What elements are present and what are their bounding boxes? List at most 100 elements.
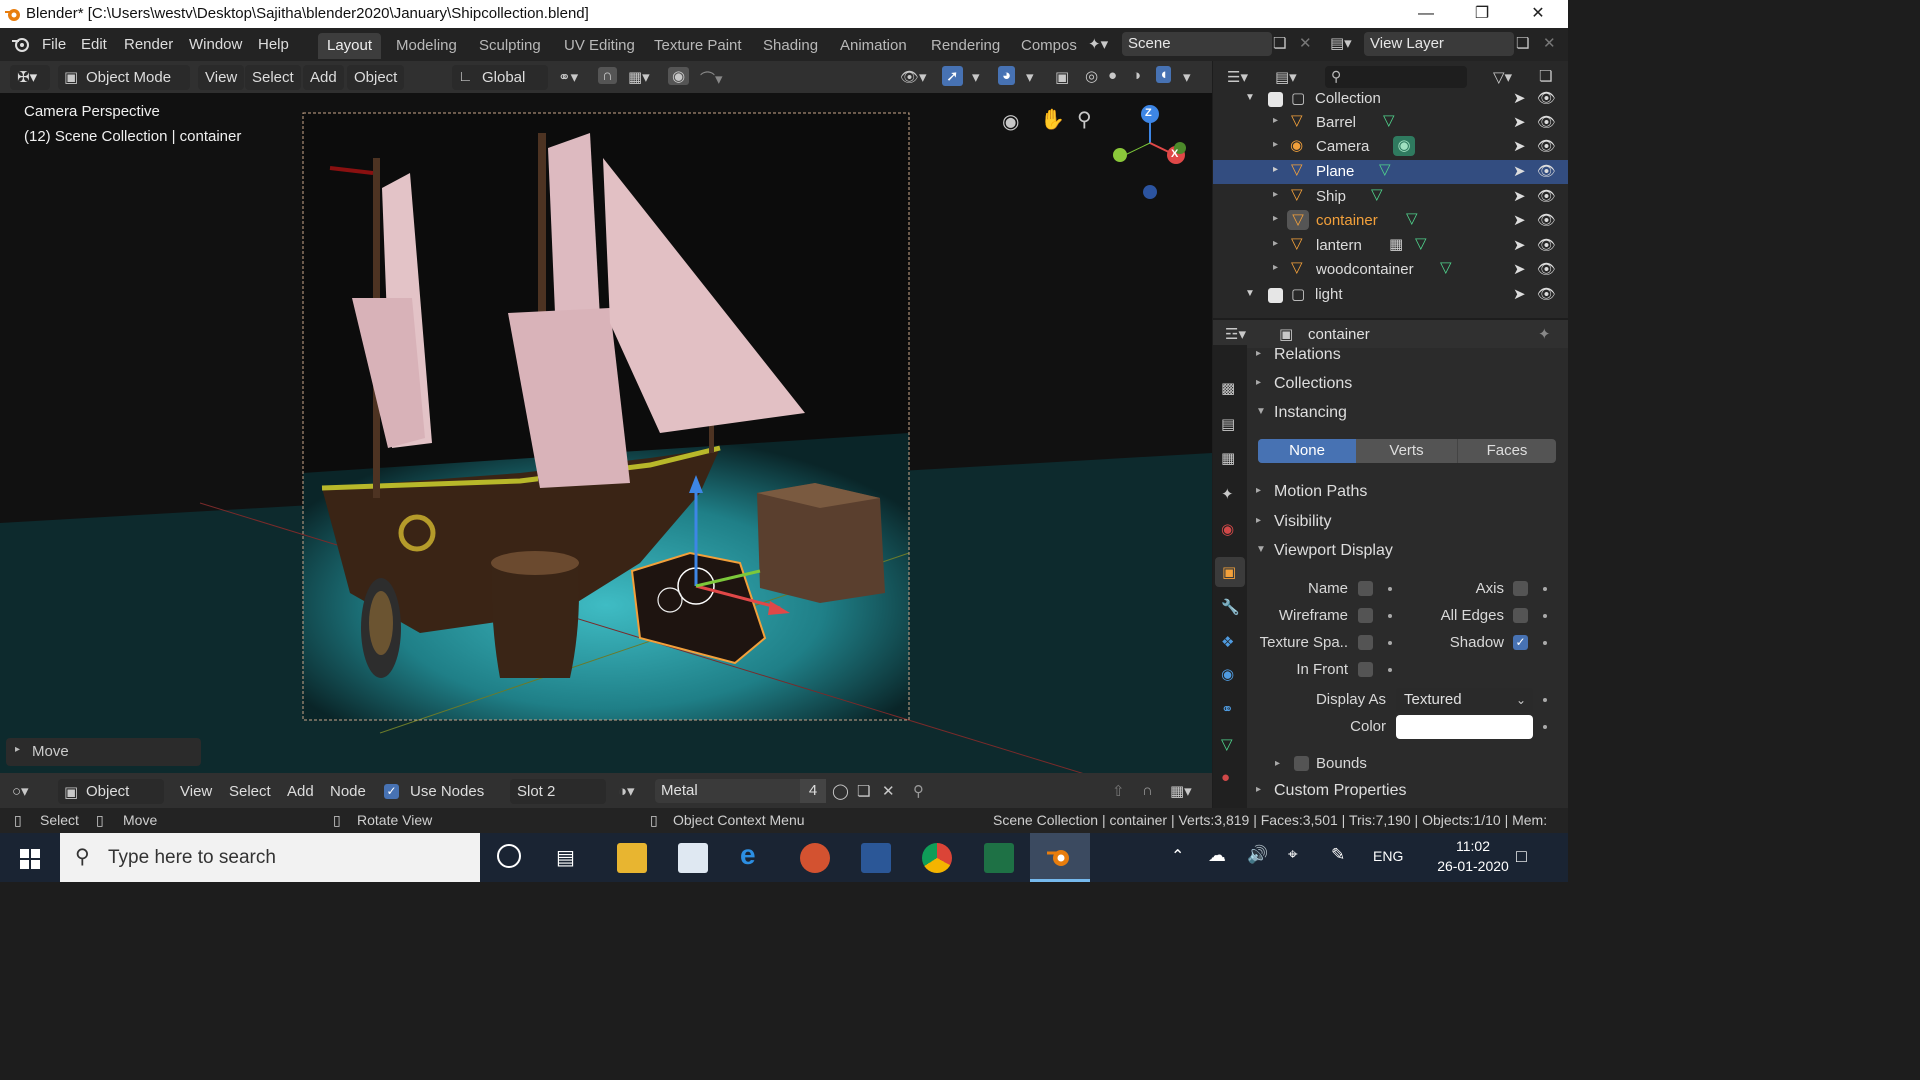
material-browse-icon[interactable]: ◑▾ [618,782,635,800]
wireframe-checkbox[interactable] [1358,608,1373,623]
chevron-up-icon[interactable]: ⌃ [1171,846,1184,866]
word-icon[interactable] [861,843,891,873]
name-checkbox[interactable] [1358,581,1373,596]
instancing-none-button[interactable]: None [1258,439,1356,463]
object-tab-icon[interactable]: ▣ [1222,563,1236,581]
select-toggle-icon[interactable]: ➤ [1513,162,1526,180]
instancing-faces-button[interactable]: Faces [1457,439,1556,463]
outliner-row-plane[interactable]: ▸ ▽ Plane ▽ ➤ 👁 [1213,160,1568,184]
outliner-search-input[interactable]: ⚲ [1325,66,1467,88]
snap-target-icon[interactable]: ▦▾ [628,68,650,86]
onedrive-icon[interactable]: ☁ [1208,845,1226,866]
visibility-icon[interactable]: 👁▾ [900,68,927,86]
select-toggle-icon[interactable]: ➤ [1513,285,1526,303]
expand-arrow-icon[interactable]: ▸ [1273,238,1278,249]
clock-time[interactable]: 11:02 [1438,838,1508,854]
snap-icon[interactable]: ∩ [598,67,617,84]
collection-checkbox[interactable] [1268,92,1283,107]
node-menu[interactable]: Node [330,783,366,800]
keyframe-dot[interactable] [1543,698,1547,702]
editor-type-icon[interactable]: ✠▾ [10,65,50,90]
viewport-scene[interactable] [0,93,1212,773]
outliner-row-container[interactable]: ▸ ▽ container ▽ ➤ 👁 [1213,209,1568,233]
tab-shading[interactable]: Shading [754,33,827,59]
expand-arrow-icon[interactable]: ▸ [1273,189,1278,200]
volume-icon[interactable]: 🔊 [1247,845,1268,865]
language-indicator[interactable]: ENG [1373,848,1403,864]
falloff-icon[interactable]: ⌒▾ [700,68,723,89]
select-toggle-icon[interactable]: ➤ [1513,113,1526,131]
modifier-tab-icon[interactable]: 🔧 [1221,598,1240,616]
minimize-button[interactable]: — [1398,0,1454,28]
slot-selector[interactable]: Slot 2 [510,779,606,804]
pin-icon[interactable]: ✦ [1538,325,1551,343]
view-menu[interactable]: View [198,65,245,90]
filter-icon[interactable]: ▽▾ [1493,68,1512,86]
excel-icon[interactable] [984,843,1014,873]
wireframe-shading-icon[interactable]: ◎ [1085,67,1098,85]
eye-icon[interactable]: 👁 [1537,187,1556,205]
wifi-icon[interactable]: ⌖ [1288,845,1298,865]
pan-hand-icon[interactable]: ✋ [1040,107,1065,132]
expand-arrow-icon[interactable]: ▸ [1275,758,1280,769]
render-tab-icon[interactable]: ▩ [1221,379,1235,397]
outliner-row-lantern[interactable]: ▸ ▽ lantern ▦ ▽ ➤ 👁 [1213,234,1568,258]
photos-icon[interactable] [678,843,708,873]
select-toggle-icon[interactable]: ➤ [1513,89,1526,107]
material-users-count[interactable]: 4 [800,779,826,803]
eye-icon[interactable]: 👁 [1537,260,1556,278]
eye-icon[interactable]: 👁 [1537,211,1556,229]
axis-checkbox[interactable] [1513,581,1528,596]
node-editor-type-icon[interactable]: ○▾ [12,782,29,800]
keyframe-dot[interactable] [1543,725,1547,729]
node-add-menu[interactable]: Add [287,783,314,800]
scene-selector[interactable]: Scene [1122,32,1272,56]
collapse-arrow-icon[interactable]: ▼ [1245,92,1255,103]
tab-modeling[interactable]: Modeling [387,33,466,59]
panel-instancing[interactable]: ▼ Instancing [1250,403,1568,427]
eye-icon[interactable]: 👁 [1537,137,1556,155]
shadow-checkbox[interactable]: ✓ [1513,635,1528,650]
3d-viewport[interactable]: Camera Perspective (12) Scene Collection… [0,93,1212,773]
view-layer-tab-icon[interactable]: ▦ [1221,449,1235,467]
scene-icon[interactable]: ✦▾ [1088,35,1108,53]
add-menu[interactable]: Add [303,65,344,90]
pen-icon[interactable]: ✎ [1331,845,1345,865]
keyframe-dot[interactable] [1543,587,1547,591]
collection-checkbox[interactable] [1268,288,1283,303]
expand-arrow-icon[interactable]: ▸ [1273,139,1278,150]
view-layer-icon[interactable]: ▤▾ [1330,34,1352,52]
collapse-arrow-icon[interactable]: ▼ [1245,288,1255,299]
display-mode-icon[interactable]: ▤▾ [1275,68,1297,86]
proportional-edit-icon[interactable]: ◉ [668,67,690,85]
properties-editor-type-icon[interactable]: ☲▾ [1225,325,1246,343]
gizmo-dropdown-icon[interactable]: ▾ [972,68,980,86]
chrome-icon[interactable] [922,843,952,873]
overlay-dropdown-icon[interactable]: ▾ [1026,68,1034,86]
pin-icon[interactable]: ⚲ [913,782,924,800]
scene-tab-icon[interactable]: ✦ [1221,485,1234,503]
unlink-material-icon[interactable]: ✕ [882,782,895,800]
panel-relations[interactable]: ▸ Relations [1250,345,1568,367]
keyframe-dot[interactable] [1388,668,1392,672]
tab-rendering[interactable]: Rendering [922,33,1009,59]
eye-icon[interactable]: 👁 [1537,285,1556,303]
eye-icon[interactable]: 👁 [1537,89,1556,107]
expand-arrow-icon[interactable]: ▸ [1273,262,1278,273]
xray-icon[interactable]: ▣ [1055,68,1069,86]
color-swatch[interactable] [1396,715,1533,739]
panel-custom-properties[interactable]: ▸ Custom Properties [1250,781,1568,805]
notification-icon[interactable]: □ [1516,846,1527,867]
select-toggle-icon[interactable]: ➤ [1513,137,1526,155]
select-toggle-icon[interactable]: ➤ [1513,260,1526,278]
menu-window[interactable]: Window [189,36,242,53]
view-layer-selector[interactable]: View Layer [1364,32,1514,56]
delete-view-layer-icon[interactable]: ✕ [1543,34,1556,52]
menu-edit[interactable]: Edit [81,36,107,53]
shading-dropdown-icon[interactable]: ▾ [1183,68,1191,86]
instancing-verts-button[interactable]: Verts [1357,439,1456,463]
select-toggle-icon[interactable]: ➤ [1513,236,1526,254]
overlay-toggle-icon[interactable]: ◕ [998,66,1016,85]
panel-motion-paths[interactable]: ▸ Motion Paths [1250,482,1568,506]
panel-visibility[interactable]: ▸ Visibility [1250,512,1568,536]
